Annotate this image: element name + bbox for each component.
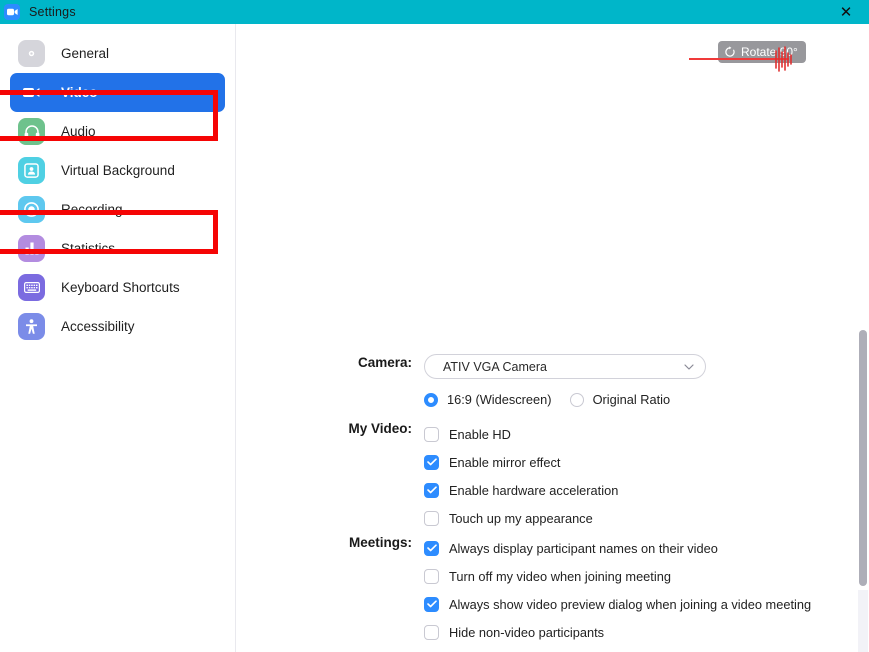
gear-icon <box>18 40 45 67</box>
camera-select[interactable]: ATIV VGA Camera <box>424 354 706 379</box>
sidebar-item-label: Accessibility <box>61 319 135 334</box>
scrollbar-track-lower[interactable] <box>858 590 868 652</box>
accessibility-icon <box>18 313 45 340</box>
settings-sidebar: General Video Audio Virtual Background R… <box>0 24 236 652</box>
sidebar-item-label: Recording <box>61 202 123 217</box>
sidebar-item-video[interactable]: Video <box>10 73 225 112</box>
checkbox-always-display-participant-names[interactable]: Always display participant names on thei… <box>424 534 869 562</box>
sidebar-item-label: Video <box>61 85 98 100</box>
checkbox-indicator <box>424 510 439 526</box>
camera-row: Camera: ATIV VGA Camera 16:9 (Widescreen… <box>237 354 869 407</box>
sidebar-item-audio[interactable]: Audio <box>10 112 225 151</box>
radio-label: 16:9 (Widescreen) <box>447 392 552 407</box>
checkbox-enable-hardware-acceleration[interactable]: Enable hardware acceleration <box>424 476 869 504</box>
checkbox-label: Turn off my video when joining meeting <box>449 568 671 584</box>
my-video-label: My Video: <box>348 421 412 436</box>
aspect-ratio-options: 16:9 (Widescreen) Original Ratio <box>424 392 869 407</box>
checkbox-touch-up-my-appearance[interactable]: Touch up my appearance <box>424 504 869 532</box>
vertical-scrollbar[interactable] <box>856 24 869 652</box>
radio-original-ratio[interactable]: Original Ratio <box>569 392 671 407</box>
settings-window: Settings ✕ General Video Audio Virtual B… <box>0 0 869 652</box>
scrollbar-thumb[interactable] <box>859 330 867 586</box>
checkbox-indicator <box>424 540 439 556</box>
title-bar: Settings ✕ <box>0 0 869 24</box>
checkbox-label: Enable hardware acceleration <box>449 482 619 498</box>
video-settings-pane: Rotate 90° Camera: ATIV VGA Camera 16:9 … <box>237 24 869 652</box>
checkbox-turn-off-my-video-when-joining[interactable]: Turn off my video when joining meeting <box>424 562 869 590</box>
sidebar-item-recording[interactable]: Recording <box>10 190 225 229</box>
checkbox-label: Always show video preview dialog when jo… <box>449 596 812 612</box>
checkbox-always-show-video-preview-dialog[interactable]: Always show video preview dialog when jo… <box>424 590 869 618</box>
sidebar-item-statistics[interactable]: Statistics <box>10 229 225 268</box>
record-circle-icon <box>18 196 45 223</box>
bar-chart-icon <box>18 235 45 262</box>
checkbox-indicator <box>424 426 439 442</box>
window-title: Settings <box>29 5 76 19</box>
my-video-row: My Video: Enable HD Enable mirror effect <box>237 420 869 532</box>
sidebar-item-label: Keyboard Shortcuts <box>61 280 180 295</box>
meetings-label: Meetings: <box>348 535 412 550</box>
sidebar-item-label: General <box>61 46 110 61</box>
sidebar-item-virtual-background[interactable]: Virtual Background <box>10 151 225 190</box>
close-icon[interactable]: ✕ <box>823 0 869 24</box>
zoom-video-icon <box>4 4 20 20</box>
checkbox-label: Hide non-video participants <box>449 624 605 640</box>
checkbox-enable-mirror-effect[interactable]: Enable mirror effect <box>424 448 869 476</box>
radio-indicator <box>424 392 438 407</box>
sidebar-item-label: Statistics <box>61 241 116 256</box>
radio-label: Original Ratio <box>592 392 671 407</box>
checkbox-label: Always display participant names on thei… <box>449 540 718 556</box>
sidebar-item-keyboard-shortcuts[interactable]: Keyboard Shortcuts <box>10 268 225 307</box>
camera-select-value: ATIV VGA Camera <box>443 359 547 374</box>
sidebar-item-general[interactable]: General <box>10 34 225 73</box>
person-frame-icon <box>18 157 45 184</box>
checkbox-label: Enable mirror effect <box>449 454 561 470</box>
rotate-icon <box>724 46 736 58</box>
checkbox-label: Touch up my appearance <box>449 510 593 526</box>
sidebar-item-accessibility[interactable]: Accessibility <box>10 307 225 346</box>
checkbox-indicator <box>424 624 439 640</box>
checkbox-indicator <box>424 482 439 498</box>
keyboard-icon <box>18 274 45 301</box>
annotation-squiggle <box>773 46 795 77</box>
checkbox-hide-non-video-participants[interactable]: Hide non-video participants <box>424 618 869 646</box>
video-camera-icon <box>18 79 45 106</box>
checkbox-label: Enable HD <box>449 426 511 442</box>
camera-label: Camera: <box>357 355 412 370</box>
chevron-down-icon <box>684 363 694 370</box>
meetings-row: Meetings: Always display participant nam… <box>237 534 869 646</box>
radio-16-9[interactable]: 16:9 (Widescreen) <box>424 392 552 407</box>
checkbox-indicator <box>424 454 439 470</box>
headphones-icon <box>18 118 45 145</box>
sidebar-item-label: Audio <box>61 124 96 139</box>
checkbox-indicator <box>424 596 439 612</box>
radio-indicator <box>569 392 584 407</box>
sidebar-item-label: Virtual Background <box>61 163 175 178</box>
checkbox-indicator <box>424 568 439 584</box>
checkbox-enable-hd[interactable]: Enable HD <box>424 420 869 448</box>
